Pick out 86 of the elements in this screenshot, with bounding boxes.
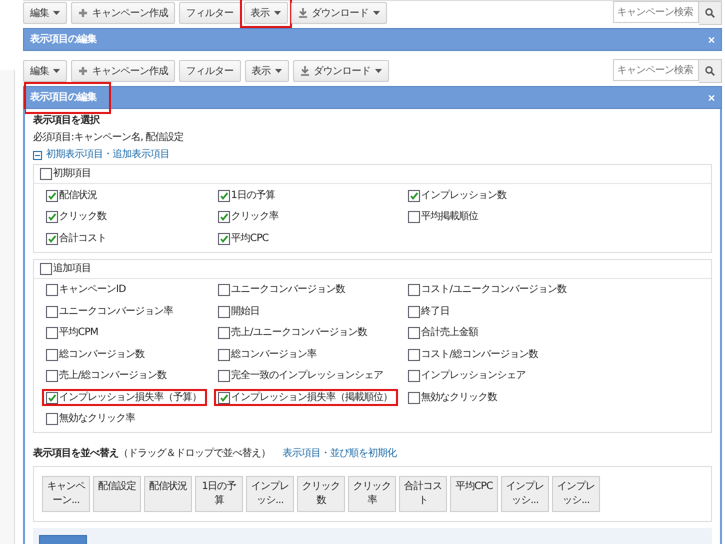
column-chip[interactable]: 1日の予算 (195, 476, 243, 512)
checkbox-row[interactable]: 合計売上金額 (404, 324, 483, 342)
toolbar-button[interactable]: キャンペーン作成 (71, 2, 175, 24)
checkbox-label: 完全一致のインプレッションシェア (231, 369, 383, 383)
checkbox-row[interactable]: 配信状況 (42, 187, 102, 204)
checkbox-label: 配信状況 (59, 188, 97, 202)
sort-instruction: 表示項目を並べ替え（ドラッグ＆ドロップで並べ替え） (33, 447, 270, 461)
checkbox-row[interactable]: インプレッションシェア (404, 368, 530, 384)
checkbox-label: 無効なクリック数 (421, 390, 497, 404)
checkbox-label: 開始日 (231, 304, 260, 318)
checkbox-label: 総コンバージョン率 (231, 348, 316, 362)
panel-title: 表示項目の編集 (29, 32, 98, 46)
checkbox-row[interactable]: 終了日 (404, 303, 454, 320)
checkbox-label: 追加項目 (53, 262, 91, 276)
toolbar-button[interactable]: フィルター (179, 2, 240, 24)
checkbox-row[interactable]: 完全一致のインプレッションシェア (214, 368, 388, 384)
column-chip[interactable]: 合計コスト (399, 476, 447, 512)
checkbox-label: 初期項目 (53, 167, 91, 181)
checkbox-row[interactable]: 開始日 (214, 303, 264, 320)
checkbox-label: インプレッション損失率（掲載順位） (231, 390, 392, 404)
column-chip[interactable]: インプレッシ... (501, 476, 549, 512)
checkbox-row[interactable]: 売上/総コンバージョン数 (42, 368, 172, 384)
search-field[interactable]: キャンペーン検索 (613, 59, 699, 81)
checkbox-label: 1日の予算 (231, 188, 275, 202)
checkbox-label: インプレッション損失率（予算） (59, 390, 202, 404)
checkbox-row[interactable]: インプレッション損失率（予算） (42, 389, 206, 406)
checkbox-label: 平均CPM (59, 326, 98, 340)
checkbox-label: 終了日 (421, 304, 450, 318)
search-field[interactable]: キャンペーン検索 (613, 1, 699, 23)
checkbox-label: 売上/総コンバージョン数 (59, 369, 166, 383)
column-chip[interactable]: インプレッシ... (552, 476, 600, 512)
checkbox-row[interactable]: 無効なクリック数 (404, 389, 502, 406)
checkbox-row[interactable]: 平均掲載順位 (404, 208, 483, 226)
column-chip[interactable]: インプレッシ... (246, 476, 294, 512)
toolbar-button[interactable]: ダウンロード (290, 2, 386, 24)
checkbox-label: インプレッションシェア (421, 369, 526, 383)
checkbox-row[interactable]: 1日の予算 (214, 187, 280, 204)
checkbox-row[interactable]: 総コンバージョン率 (214, 346, 322, 363)
reset-link[interactable]: 表示項目・並び順を初期化 (282, 447, 396, 461)
checkbox-row[interactable]: 平均CPC (214, 230, 274, 247)
required-note: 必須項目:キャンペーン名, 配信設定 (33, 131, 185, 145)
checkbox-label: 平均掲載順位 (421, 210, 478, 224)
toolbar-button[interactable]: キャンペーン作成 (71, 60, 175, 82)
checkbox-label: 合計コスト (59, 232, 106, 246)
column-chip[interactable]: 平均CPC (450, 476, 498, 512)
section-title: 表示項目を選択 (33, 114, 101, 128)
checkbox-label: キャンペーンID (59, 283, 126, 297)
checkbox-label: コスト/総コンバージョン数 (421, 348, 538, 362)
checkbox-label: 無効なクリック率 (59, 412, 135, 426)
checkbox-label: ユニークコンバージョン率 (59, 304, 173, 318)
panel-title: 表示項目の編集 (24, 82, 110, 114)
checkbox-label: インプレッション数 (421, 188, 506, 202)
checkbox-label: 売上/ユニークコンバージョン数 (231, 326, 367, 340)
checkbox-row[interactable]: クリック数 (42, 208, 112, 226)
checkbox-label: 平均CPC (231, 232, 268, 246)
checkbox-label: コスト/ユニークコンバージョン数 (421, 283, 566, 297)
checkbox-row[interactable]: ユニークコンバージョン率 (42, 303, 178, 320)
checkbox-row[interactable]: インプレッション数 (404, 187, 512, 204)
column-chip[interactable]: 配信状況 (144, 476, 192, 512)
toolbar-button[interactable]: 編集 (23, 60, 67, 82)
checkbox-row[interactable]: 平均CPM (42, 324, 104, 342)
checkbox-row[interactable]: コスト/総コンバージョン数 (404, 346, 543, 363)
checkbox-label: クリック率 (231, 210, 278, 224)
toolbar-button[interactable]: フィルター (179, 60, 240, 82)
checkbox-label: クリック数 (59, 210, 106, 224)
column-chip[interactable]: クリック数 (297, 476, 345, 512)
toolbar-button[interactable]: 表示 (244, 2, 288, 24)
checkbox-label: 総コンバージョン数 (59, 348, 144, 362)
section-toggle[interactable]: 初期表示項目・追加表示項目 (46, 148, 170, 162)
column-chip[interactable]: クリック率 (348, 476, 396, 512)
toolbar-button[interactable]: 編集 (23, 2, 67, 24)
column-chip[interactable]: 配信設定 (93, 476, 141, 512)
checkbox-row[interactable]: キャンペーンID (42, 282, 131, 298)
checkbox-row[interactable]: 総コンバージョン数 (42, 346, 150, 363)
checkbox-row[interactable]: ユニークコンバージョン数 (214, 282, 350, 298)
checkbox-row[interactable]: インプレッション損失率（掲載順位） (214, 389, 398, 406)
checkbox-label: ユニークコンバージョン数 (231, 283, 345, 297)
checkbox-row[interactable]: クリック率 (214, 208, 284, 226)
checkbox-label: 合計売上金額 (421, 326, 478, 340)
checkbox-row[interactable]: 無効なクリック率 (42, 410, 140, 428)
checkbox-row[interactable]: コスト/ユニークコンバージョン数 (404, 282, 572, 298)
toolbar-button[interactable]: ダウンロード (292, 60, 388, 82)
checkbox-row[interactable]: 売上/ユニークコンバージョン数 (214, 324, 372, 342)
checkbox-row[interactable]: 合計コスト (42, 230, 112, 247)
column-chip[interactable]: キャンペーン... (42, 476, 90, 512)
toolbar-button[interactable]: 表示 (244, 60, 288, 82)
